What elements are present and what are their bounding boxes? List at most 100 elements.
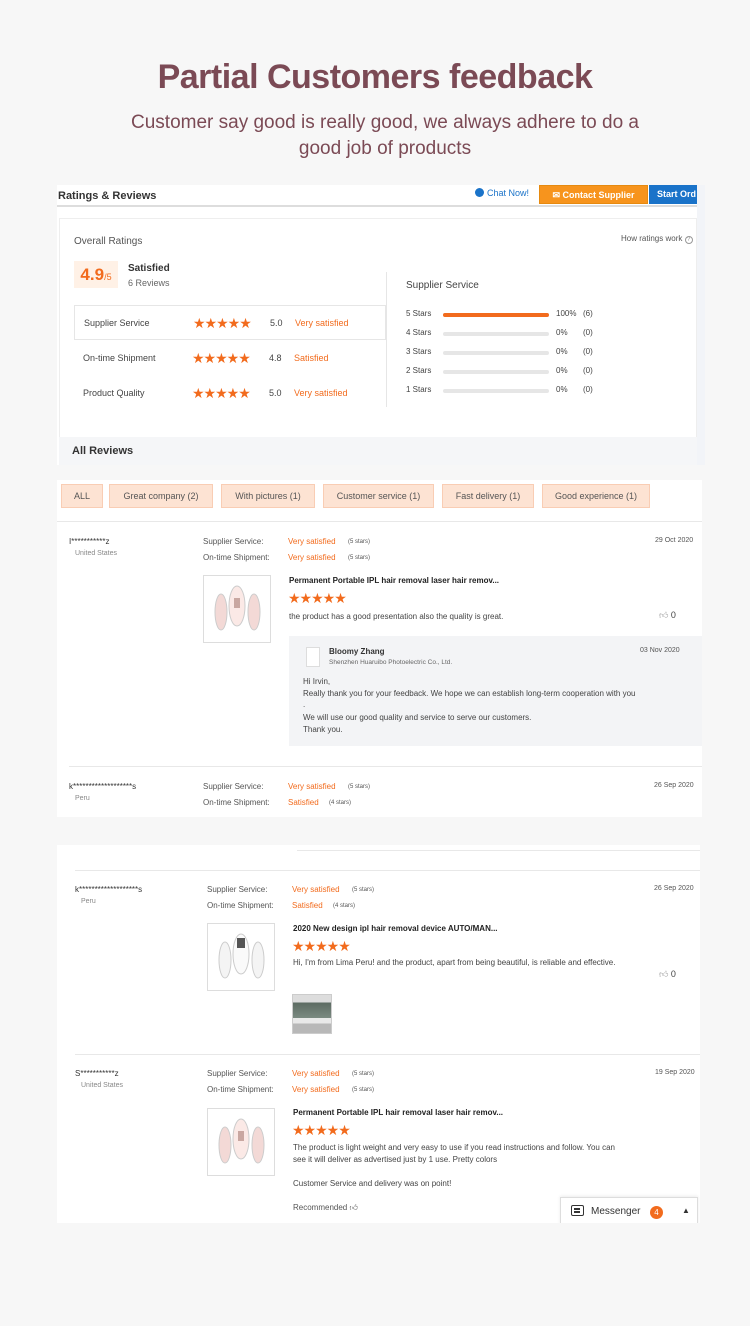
rating-stars-count: (5 stars)	[348, 555, 371, 561]
reply-line: Thank you.	[303, 725, 343, 734]
star-rating: ★★★★★	[192, 350, 251, 366]
product-title[interactable]: 2020 New design ipl hair removal device …	[293, 924, 498, 933]
help-icon: ?	[684, 236, 693, 244]
chat-bubble-icon	[571, 1205, 584, 1216]
distribution-row: 3 Stars 0% (0)	[406, 347, 593, 356]
reviewer-name: k*******************s	[69, 782, 137, 791]
reviewer-country: United States	[81, 1082, 124, 1089]
contact-supplier-label: Contact Supplier	[562, 190, 635, 200]
review-text: Customer Service and delivery was on poi…	[293, 1179, 452, 1188]
reviews-panel-1: ALL Great company (2) With pictures (1) …	[57, 480, 702, 817]
rating-stars-count: (5 stars)	[348, 784, 371, 790]
review-text: Hi, I'm from Lima Peru! and the product,…	[293, 958, 616, 967]
hero-subtitle: Customer say good is really good, we alw…	[131, 112, 639, 159]
distribution-bar	[443, 351, 549, 355]
chat-now-label: Chat Now!	[487, 188, 530, 198]
filter-chip[interactable]: Fast delivery (1)	[442, 484, 534, 508]
rating-row: Product Quality ★★★★★ 5.0 Very satisfied	[83, 385, 348, 401]
product-thumbnail[interactable]	[203, 575, 271, 643]
rating-text: Very satisfied	[288, 782, 336, 791]
reviewer-name: I***********z	[69, 537, 110, 546]
field-label: Supplier Service:	[203, 782, 264, 791]
review-text: the product has a good presentation also…	[289, 612, 504, 621]
distribution-row: 5 Stars 100% (6)	[406, 309, 593, 318]
product-title[interactable]: Permanent Portable IPL hair removal lase…	[293, 1108, 503, 1117]
rating-breakdown-table: Supplier Service ★★★★★ 5.0 Very satisfie…	[74, 305, 386, 409]
chat-now-link[interactable]: Chat Now!	[475, 188, 529, 198]
contact-supplier-button[interactable]: ✉ Contact Supplier	[539, 185, 648, 204]
overall-ratings-box: Overall Ratings How ratings work ? 4.9/5…	[59, 218, 697, 440]
rating-row: On-time Shipment ★★★★★ 4.8 Satisfied	[83, 350, 329, 366]
review-count: 6 Reviews	[128, 278, 170, 288]
reply-date: 03 Nov 2020	[640, 647, 680, 654]
reviews-panel-2: k*******************s Peru Supplier Serv…	[57, 845, 700, 1223]
field-label: On-time Shipment:	[203, 553, 270, 562]
thumbs-up-icon: 👍︎	[659, 610, 671, 620]
reply-line: Really thank you for your feedback. We h…	[303, 689, 636, 698]
reply-author: Bloomy Zhang	[329, 647, 385, 656]
ratings-title: Ratings & Reviews	[58, 190, 157, 202]
product-thumbnail[interactable]	[207, 1108, 275, 1176]
filter-chip-all[interactable]: ALL	[61, 484, 103, 508]
avatar	[306, 647, 320, 667]
distribution-bar	[443, 332, 549, 336]
ratings-panel: Ratings & Reviews Chat Now! ✉ Contact Su…	[57, 185, 705, 465]
recommended-label: Recommended 👍︎	[293, 1203, 358, 1212]
product-thumbnail[interactable]	[207, 923, 275, 991]
distribution-bar	[443, 370, 549, 374]
review-photo[interactable]	[292, 994, 332, 1034]
distribution-bar	[443, 389, 549, 393]
rating-stars-count: (5 stars)	[352, 1071, 375, 1077]
reviewer-country: Peru	[81, 898, 96, 905]
reply-line: .	[303, 700, 306, 709]
distribution-row: 4 Stars 0% (0)	[406, 328, 593, 337]
supplier-service-title: Supplier Service	[406, 280, 479, 291]
like-button[interactable]: 👍︎ 0	[659, 969, 676, 980]
rating-stars-count: (5 stars)	[352, 1087, 375, 1093]
rating-stars-count: (4 stars)	[329, 800, 352, 806]
rating-text: Very satisfied	[288, 553, 336, 562]
filter-chip[interactable]: Customer service (1)	[323, 484, 434, 508]
ratings-header: Ratings & Reviews Chat Now! ✉ Contact Su…	[57, 185, 705, 207]
star-rating: ★★★★★	[192, 385, 251, 401]
product-title[interactable]: Permanent Portable IPL hair removal lase…	[289, 576, 499, 585]
rating-text: Very satisfied	[292, 885, 340, 894]
rating-text: Very satisfied	[292, 1085, 340, 1094]
divider	[69, 766, 702, 767]
field-label: On-time Shipment:	[203, 798, 270, 807]
divider	[75, 1054, 700, 1055]
star-rating: ★★★★★	[193, 315, 252, 331]
filter-chip[interactable]: With pictures (1)	[221, 484, 315, 508]
unread-badge: 4	[650, 1206, 663, 1219]
filter-chip[interactable]: Great company (2)	[109, 484, 213, 508]
messenger-label: Messenger	[591, 1206, 641, 1217]
thumbs-up-icon: 👍︎	[659, 969, 671, 979]
overall-score: 4.9/5	[74, 261, 118, 288]
review-date: 26 Sep 2020	[654, 885, 694, 892]
messenger-widget[interactable]: Messenger 4 ▲	[560, 1197, 698, 1223]
reviewer-country: United States	[75, 550, 118, 557]
rating-stars-count: (4 stars)	[333, 903, 356, 909]
caret-up-icon[interactable]: ▲	[682, 1206, 690, 1215]
rating-stars-count: (5 stars)	[348, 539, 371, 545]
distribution-bar	[443, 313, 549, 317]
rating-text: Very satisfied	[292, 1069, 340, 1078]
rating-text: Very satisfied	[288, 537, 336, 546]
mail-icon: ✉	[552, 190, 563, 200]
supplier-reply: Bloomy Zhang Shenzhen Huaruibo Photoelec…	[289, 636, 702, 746]
all-reviews-header: All Reviews	[59, 437, 697, 465]
rating-text: Satisfied	[292, 901, 323, 910]
reply-line: We will use our good quality and service…	[303, 713, 532, 722]
rating-text: Satisfied	[288, 798, 319, 807]
review-stars: ★★★★★	[292, 938, 351, 954]
filter-chip[interactable]: Good experience (1)	[542, 484, 650, 508]
how-ratings-work-link[interactable]: How ratings work ?	[621, 234, 693, 244]
field-label: On-time Shipment:	[207, 901, 274, 910]
like-button[interactable]: 👍︎ 0	[659, 610, 676, 621]
side-strip	[697, 185, 705, 465]
divider	[57, 521, 702, 522]
review-text: The product is light weight and very eas…	[293, 1143, 615, 1164]
review-date: 29 Oct 2020	[655, 537, 694, 544]
review-stars: ★★★★★	[292, 1122, 351, 1138]
reviewer-country: Peru	[75, 795, 90, 802]
